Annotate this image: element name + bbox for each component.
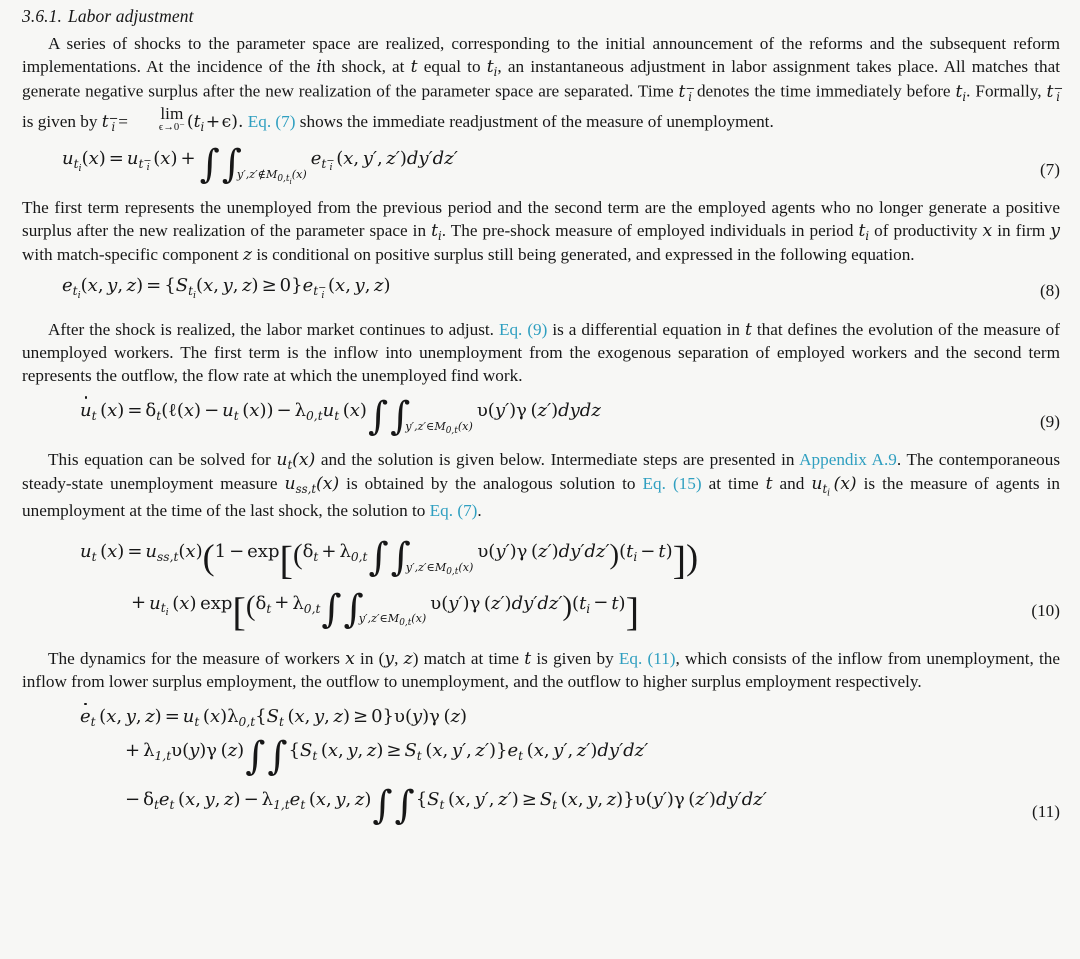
equation-10-line-2: + uti (x) exp[(δt + λ0,t∫∫y′,z′∈M0,t(x)υ(y′… bbox=[131, 586, 640, 634]
p1-ti: ti bbox=[486, 56, 498, 79]
equation-11: et (x, y, z) = ut (x)λ0,t{St (x, y, z) ≥0}υ… bbox=[22, 702, 1060, 828]
p1-ti-2: ti bbox=[955, 81, 967, 104]
p1-ti-minus-2: t−i bbox=[1046, 80, 1064, 104]
p4-t: t bbox=[765, 474, 773, 495]
section-title: Labor adjustment bbox=[67, 6, 194, 26]
equation-7-body: uti(x) = ut−i (x) + ∫∫y′,z′∉M0,ti(x)et−i (x,… bbox=[62, 141, 458, 187]
p4-ut: ut(x) bbox=[276, 449, 316, 472]
limit-operator: lim ϵ→0⁻ bbox=[158, 104, 185, 134]
p5-y: y bbox=[384, 649, 395, 670]
p3-seg1: After the shock is realized, the labor m… bbox=[48, 320, 499, 340]
equation-10-line-1: ut (x) = uss,t(x)(1− exp[(δt + λ0,t∫∫y′,z′∈M0… bbox=[80, 535, 699, 583]
section-heading: 3.6.1. Labor adjustment bbox=[22, 6, 1060, 27]
equation-7-number: (7) bbox=[1039, 159, 1060, 179]
p5-seg4: is given by bbox=[531, 649, 619, 669]
section-number: 3.6.1. bbox=[22, 6, 62, 26]
p5-seg2b: , bbox=[394, 649, 404, 669]
p1-seg8: shows the immediate readjustment of the … bbox=[295, 112, 774, 132]
p2-z: z bbox=[242, 245, 253, 266]
equation-11-number: (11) bbox=[1032, 802, 1060, 822]
p2-seg5: with match-specific component bbox=[22, 245, 243, 265]
p2-seg6: is conditional on positive surplus still… bbox=[252, 245, 915, 265]
link-eq-15[interactable]: Eq. (15) bbox=[643, 474, 702, 493]
equation-11-line-1: et (x, y, z) = ut (x)λ0,t{St (x, y, z) ≥0}υ… bbox=[80, 702, 468, 730]
p1-equals: = bbox=[118, 112, 128, 132]
p2-y: y bbox=[1050, 220, 1060, 241]
p1-seg5: denotes the time immediately before bbox=[692, 81, 956, 101]
paper-page: 3.6.1. Labor adjustment A series of shock… bbox=[0, 0, 1080, 959]
paragraph-3: After the shock is realized, the labor m… bbox=[22, 319, 1060, 388]
link-eq-7-b[interactable]: Eq. (7) bbox=[430, 501, 478, 520]
equation-9: ut (x) = δt(ℓ(x) − ut (x)) − λ0,tut (x)∫∫y′,z′… bbox=[22, 393, 1060, 439]
equation-8: eti(x, y, z) = {Sti(x, y, z) ≥0}et−i (x, y,… bbox=[22, 277, 1060, 307]
p1-seg3: equal to bbox=[417, 56, 487, 76]
link-eq-9[interactable]: Eq. (9) bbox=[499, 320, 547, 339]
p3-t: t bbox=[744, 320, 752, 341]
p4-seg2: and the solution is given below. Interme… bbox=[315, 449, 800, 469]
equation-9-number: (9) bbox=[1039, 411, 1060, 431]
p2-x: x bbox=[982, 220, 993, 241]
equation-10-number: (10) bbox=[1031, 600, 1060, 620]
equation-11-line-3: − δtet (x, y, z) − λ1,tet (x, y, z)∫∫{St (x… bbox=[125, 782, 767, 828]
p1-lim-arg: (ti+ϵ). bbox=[186, 112, 244, 135]
p2-seg2: . The pre-shock measure of employed indi… bbox=[441, 220, 859, 240]
p1-ti-minus-3: t−i bbox=[101, 111, 119, 135]
p1-ti-minus-1: t−i bbox=[678, 80, 696, 104]
equation-9-body: ut (x) = δt(ℓ(x) − ut (x)) − λ0,tut (x)∫∫y′,z′… bbox=[80, 393, 601, 439]
text-column: 3.6.1. Labor adjustment A series of shock… bbox=[22, 6, 1064, 838]
link-appendix-a9[interactable]: Appendix A.9 bbox=[799, 450, 897, 469]
p4-seg5: at time bbox=[701, 474, 766, 494]
link-eq-11[interactable]: Eq. (11) bbox=[619, 649, 676, 668]
p4-seg1: This equation can be solved for bbox=[48, 449, 277, 469]
p4-seg4: is obtained by the analogous solution to bbox=[339, 474, 643, 494]
p2-seg4: in firm bbox=[992, 220, 1051, 240]
p3-seg2: is a differential equation in bbox=[547, 320, 745, 340]
p4-uss: uss,t(x) bbox=[284, 474, 340, 496]
equation-8-body: eti(x, y, z) = {Sti(x, y, z) ≥0}et−i (x, y,… bbox=[62, 275, 391, 301]
p5-z: z bbox=[403, 649, 413, 670]
paragraph-1: A series of shocks to the parameter spac… bbox=[22, 33, 1064, 136]
equation-10: ut (x) = uss,t(x)(1− exp[(δt + λ0,t∫∫y′,z′∈M0… bbox=[22, 535, 1060, 634]
p2-ti-1: ti bbox=[431, 220, 442, 243]
equation-8-number: (8) bbox=[1039, 281, 1060, 301]
p2-ti-2: ti bbox=[858, 220, 870, 243]
p4-seg8: . bbox=[477, 500, 482, 520]
equation-7: uti(x) = ut−i (x) + ∫∫y′,z′∉M0,ti(x)et−i (x,… bbox=[22, 141, 1060, 187]
paragraph-4: This equation can be solved for ut(x) an… bbox=[22, 449, 1060, 523]
p4-uti: uti (x) bbox=[811, 474, 857, 499]
p1-seg7: is given by bbox=[22, 112, 102, 132]
p2-seg3: of productivity bbox=[869, 220, 983, 240]
p1-t: t bbox=[410, 56, 418, 77]
p1-seg2: th shock, at bbox=[321, 56, 411, 76]
paragraph-5: The dynamics for the measure of workers … bbox=[22, 648, 1060, 694]
p4-seg6: and bbox=[772, 474, 812, 494]
p5-seg2: in ( bbox=[354, 649, 385, 669]
equation-11-line-2: + λ1,tυ(y)γ (z)∫∫{St (x, y, z) ≥ St (x, y′,… bbox=[125, 734, 649, 780]
p5-seg1: The dynamics for the measure of workers bbox=[48, 649, 346, 669]
paragraph-2: The first term represents the unemployed… bbox=[22, 197, 1060, 267]
p1-seg6: . Formally, bbox=[966, 81, 1047, 101]
p5-x: x bbox=[345, 649, 355, 670]
link-eq-7[interactable]: Eq. (7) bbox=[248, 112, 296, 131]
p5-seg3: ) match at time bbox=[412, 649, 525, 669]
